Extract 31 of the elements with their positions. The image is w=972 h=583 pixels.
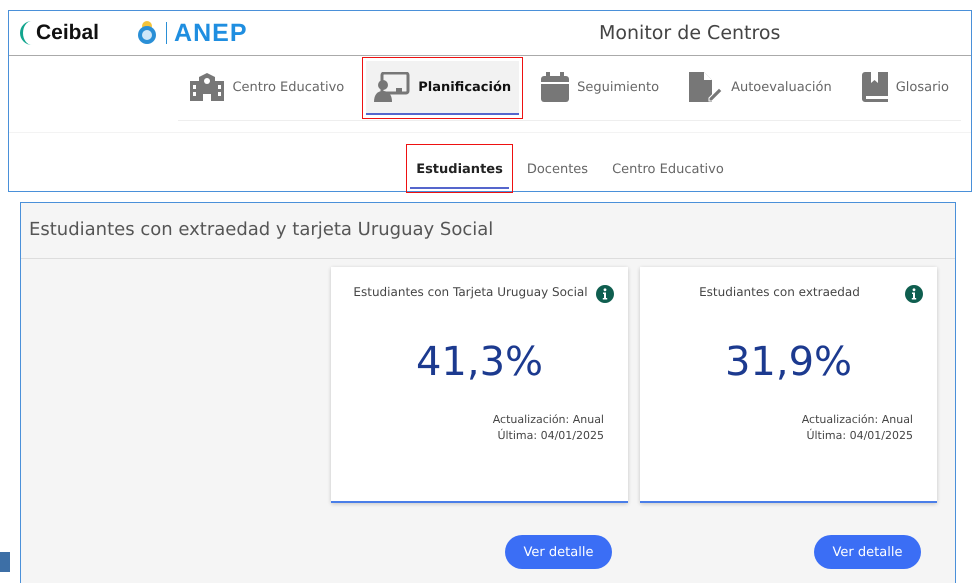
app-title: Monitor de Centros	[598, 22, 782, 44]
last-update: Última: 04/01/2025	[497, 429, 604, 442]
nav-tab[interactable]: Seguimiento	[533, 66, 668, 110]
calendar-icon	[541, 72, 570, 102]
nav-tab[interactable]: Planificación	[366, 61, 520, 115]
last-update: Última: 04/01/2025	[806, 429, 913, 442]
update-frequency: Actualización: Anual	[492, 413, 604, 426]
school-icon	[190, 73, 224, 101]
metric-value: 41,3%	[414, 339, 544, 385]
update-frequency: Actualización: Anual	[802, 413, 913, 426]
nav-tab[interactable]: Autoevaluación	[681, 66, 840, 110]
presenter-icon	[374, 72, 410, 102]
sub-tab[interactable]: Centro Educativo	[606, 148, 730, 189]
nav-tab[interactable]: Centro Educativo	[182, 67, 352, 109]
document-pencil-icon	[689, 72, 724, 102]
detail-button[interactable]: Ver detalle	[505, 535, 612, 569]
logo-text: ANEP	[174, 18, 248, 48]
metric-value: 31,9%	[724, 339, 854, 385]
info-icon[interactable]	[596, 285, 614, 303]
sub-tab[interactable]: Estudiantes	[410, 148, 509, 189]
card-title: Estudiantes con Tarjeta Uruguay Social	[352, 285, 589, 299]
detail-button[interactable]: Ver detalle	[814, 535, 921, 569]
crescent-icon	[19, 20, 33, 46]
section-title: Estudiantes con extraedad y tarjeta Uruguay Social	[21, 203, 955, 259]
logo-text: Ceibal	[36, 21, 100, 45]
info-icon[interactable]	[905, 285, 923, 303]
scroll-marker	[0, 552, 10, 572]
nav-tab[interactable]: Glosario	[854, 66, 957, 110]
sub-tab[interactable]: Docentes	[520, 148, 594, 189]
book-icon	[862, 72, 888, 102]
card-title: Estudiantes con extraedad	[698, 285, 861, 299]
